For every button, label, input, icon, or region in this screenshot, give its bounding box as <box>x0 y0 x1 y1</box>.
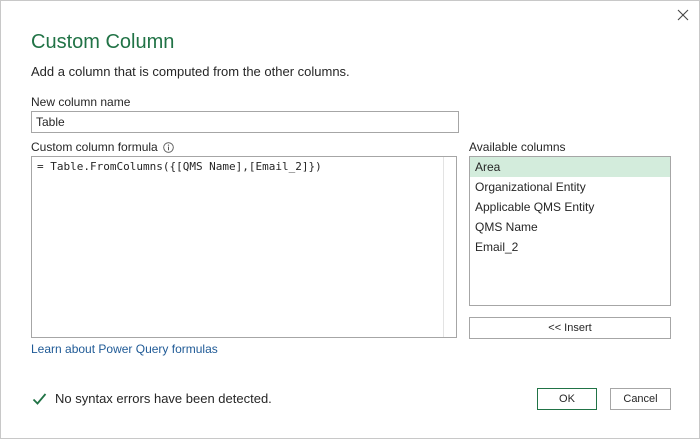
checkmark-icon <box>32 392 47 405</box>
status-text: No syntax errors have been detected. <box>55 391 272 406</box>
power-query-help-link[interactable]: Learn about Power Query formulas <box>31 342 218 356</box>
formula-editor[interactable]: = Table.FromColumns({[QMS Name],[Email_2… <box>31 156 457 338</box>
available-columns-label: Available columns <box>469 140 566 154</box>
available-columns-list[interactable]: Area Organizational Entity Applicable QM… <box>469 156 671 306</box>
dialog-subtitle: Add a column that is computed from the o… <box>31 64 350 79</box>
list-item[interactable]: QMS Name <box>470 217 670 237</box>
close-button[interactable] <box>673 5 693 25</box>
list-item[interactable]: Email_2 <box>470 237 670 257</box>
formula-label: Custom column formula <box>31 140 158 154</box>
cancel-button[interactable]: Cancel <box>610 388 671 410</box>
insert-button[interactable]: << Insert <box>469 317 671 339</box>
dialog-title: Custom Column <box>31 31 175 53</box>
close-icon <box>677 9 689 21</box>
new-column-name-input[interactable]: Table <box>31 111 459 133</box>
ok-button[interactable]: OK <box>537 388 597 410</box>
list-item[interactable]: Organizational Entity <box>470 177 670 197</box>
formula-text[interactable]: = Table.FromColumns({[QMS Name],[Email_2… <box>37 160 322 173</box>
formula-scrollbar[interactable] <box>443 157 456 337</box>
info-icon[interactable] <box>162 141 174 153</box>
status-message: No syntax errors have been detected. <box>32 391 272 406</box>
new-column-name-label: New column name <box>31 95 131 109</box>
formula-label-group: Custom column formula <box>31 140 174 154</box>
custom-column-dialog: Custom Column Add a column that is compu… <box>0 0 700 439</box>
list-item[interactable]: Applicable QMS Entity <box>470 197 670 217</box>
list-item[interactable]: Area <box>470 157 670 177</box>
